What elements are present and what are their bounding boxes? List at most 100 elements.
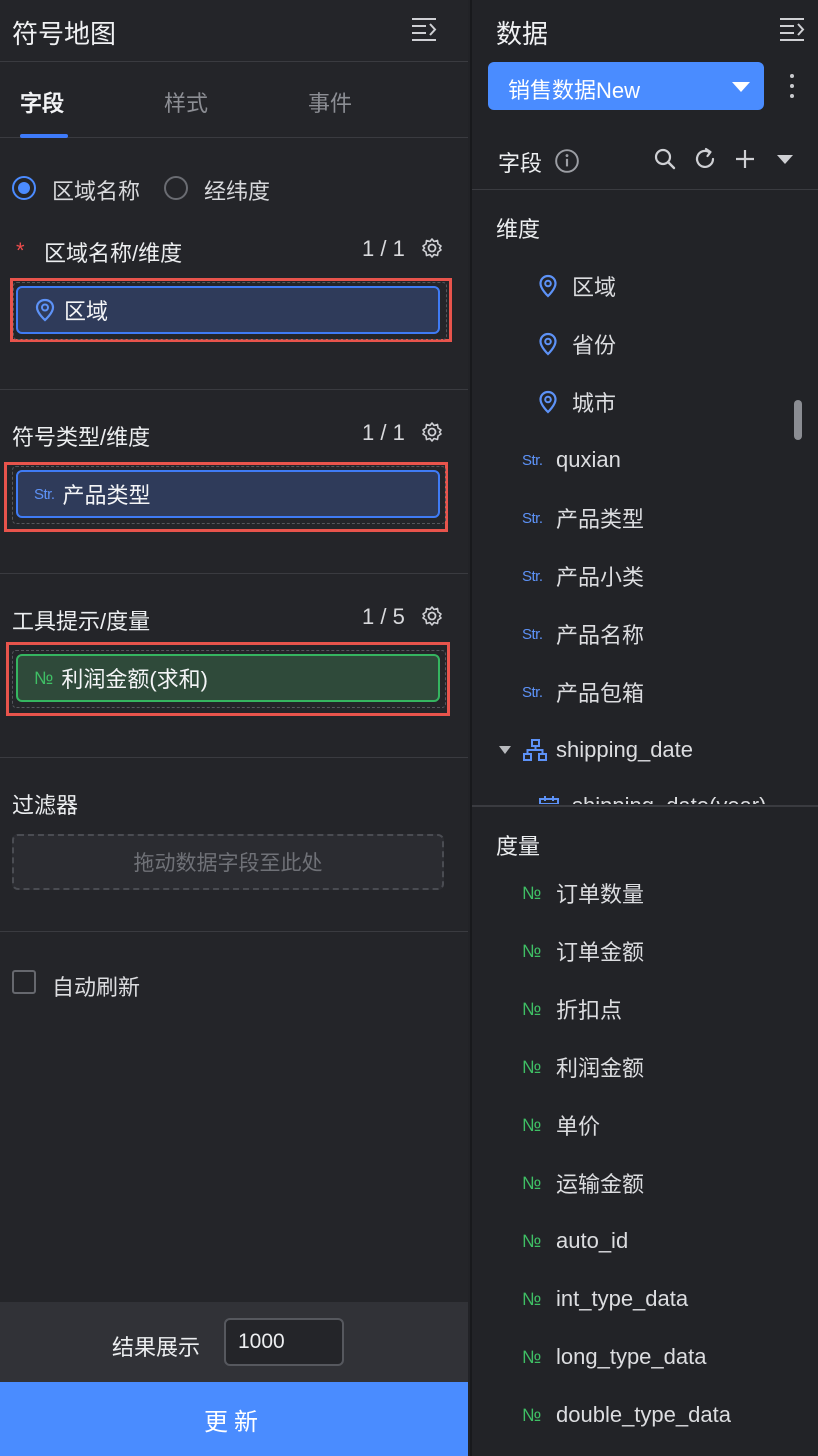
symbol-type-section-label: 符号类型/维度 [12,425,151,450]
refresh-icon[interactable] [692,146,718,172]
number-type-icon: № [522,882,542,903]
number-type-icon: № [522,1404,542,1425]
region-pill-label: 区域 [64,299,109,324]
string-type-icon: Str. [34,485,55,503]
tab-style[interactable]: 样式 [164,86,208,118]
dimension-field[interactable]: 城市 [538,386,616,418]
region-count: 1 / 1 [362,236,405,261]
field-name: 折扣点 [556,998,623,1023]
measure-field[interactable]: № int_type_data [522,1283,688,1315]
search-icon[interactable] [652,146,678,172]
add-icon[interactable] [732,146,758,172]
measure-list: 度量 № 订单数量 № 订单金额 № 折扣点 № 利润金额 № 单价 № 运输金… [472,807,818,1456]
config-tabs: 字段 样式 事件 [0,62,468,138]
caret-down-icon[interactable] [772,146,798,172]
dimension-field[interactable]: Str. 产品包箱 [522,676,644,708]
collapse-menu-icon[interactable] [410,16,438,42]
region-name-radio-label[interactable]: 区域名称 [52,174,140,206]
number-type-icon: № [522,940,542,961]
section-divider [0,573,468,574]
dataset-select-value: 销售数据New [508,78,641,103]
measure-field[interactable]: № 运输金额 [522,1167,644,1199]
dimension-hierarchy[interactable]: shipping_date [498,734,693,766]
collapse-menu-icon[interactable] [778,16,806,42]
auto-refresh-checkbox[interactable] [12,970,36,994]
field-name: shipping_date(year) [572,793,766,804]
fields-toolbar: 字段 [472,134,818,190]
dimension-field[interactable]: 区域 [538,270,616,302]
measure-field[interactable]: № 单价 [522,1109,600,1141]
field-name: 订单数量 [556,882,645,907]
info-icon[interactable] [554,148,579,173]
dimension-field[interactable]: shipping_date(year) [538,790,766,804]
number-type-icon: № [522,1056,542,1077]
expand-triangle-icon[interactable] [498,744,522,756]
number-type-icon: № [522,1230,542,1251]
dimension-field[interactable]: Str. 产品类型 [522,502,644,534]
dataset-select[interactable]: 销售数据New [488,62,764,110]
dimension-field[interactable]: Str. 产品名称 [522,618,644,650]
location-pin-icon [538,274,572,298]
dimension-field[interactable]: Str. quxian [522,444,621,476]
lat-lng-radio[interactable] [164,176,188,200]
location-pin-icon [538,390,572,414]
number-type-icon: № [522,1288,542,1309]
location-pin-icon [538,332,572,356]
filter-drop-hint: 拖动数据字段至此处 [133,852,323,875]
location-pin-icon [34,298,56,322]
lat-lng-radio-label[interactable]: 经纬度 [204,174,270,206]
string-type-icon: Str. [522,451,543,469]
symbol-type-settings-gear-icon[interactable] [421,421,443,443]
tooltip-count: 1 / 5 [362,604,405,629]
field-name: 产品名称 [556,623,645,648]
measure-field[interactable]: № 订单数量 [522,877,644,909]
measure-field[interactable]: № double_type_data [522,1399,731,1431]
measure-field[interactable]: № long_type_data [522,1341,706,1373]
measure-group-label[interactable]: 度量 [496,829,540,861]
section-divider [0,389,468,390]
symbol-type-field-pill[interactable]: Str. 产品类型 [16,470,440,518]
region-settings-gear-icon[interactable] [421,237,443,259]
measure-field[interactable]: № 利润金额 [522,1051,644,1083]
section-divider [0,757,468,758]
region-field-pill[interactable]: 区域 [16,286,440,334]
string-type-icon: Str. [522,509,543,527]
more-options-icon[interactable] [782,70,802,102]
field-name: 单价 [556,1114,601,1139]
hierarchy-icon [522,738,556,762]
dimension-field[interactable]: 省份 [538,328,616,360]
region-section-label: 区域名称/维度 [44,241,183,266]
filter-drop-zone[interactable]: 拖动数据字段至此处 [12,834,444,890]
field-name: double_type_data [556,1402,731,1427]
dimension-group-label[interactable]: 维度 [496,212,540,244]
tab-fields[interactable]: 字段 [20,86,64,118]
required-mark: * [16,238,25,263]
dimension-field[interactable]: Str. 产品小类 [522,560,644,592]
field-name: 城市 [572,391,617,416]
field-name: long_type_data [556,1344,707,1369]
result-limit-input[interactable] [224,1318,344,1366]
field-name: 运输金额 [556,1172,645,1197]
measure-field[interactable]: № 折扣点 [522,993,622,1025]
tooltip-field-pill[interactable]: № 利润金额(求和) [16,654,440,702]
number-type-icon: № [34,667,54,688]
tooltip-settings-gear-icon[interactable] [421,605,443,627]
tab-events[interactable]: 事件 [308,86,352,118]
data-panel-title: 数据 [496,19,549,49]
field-config-panel: 符号地图 字段 样式 事件 区域名称 经纬度 * 区域名称/维度 1 / 1 区… [0,0,468,1456]
field-name: 省份 [572,333,617,358]
string-type-icon: Str. [522,683,543,701]
number-type-icon: № [522,1114,542,1135]
data-panel: 数据 销售数据New 字段 维度 区域 省份 城市 Str. quxian St… [470,0,818,1456]
dimension-list: 维度 区域 省份 城市 Str. quxian Str. 产品类型 Str. 产… [472,190,818,804]
active-tab-indicator [20,134,68,138]
tooltip-section-label: 工具提示/度量 [12,609,151,634]
field-name: int_type_data [556,1286,689,1311]
dimension-scrollbar[interactable] [794,400,802,440]
result-limit-bar: 结果展示 [0,1302,468,1382]
measure-field[interactable]: № 订单金额 [522,935,644,967]
update-button[interactable]: 更新 [0,1382,468,1456]
auto-refresh-label[interactable]: 自动刷新 [52,970,140,1002]
region-name-radio[interactable] [12,176,36,200]
measure-field[interactable]: № auto_id [522,1225,628,1257]
